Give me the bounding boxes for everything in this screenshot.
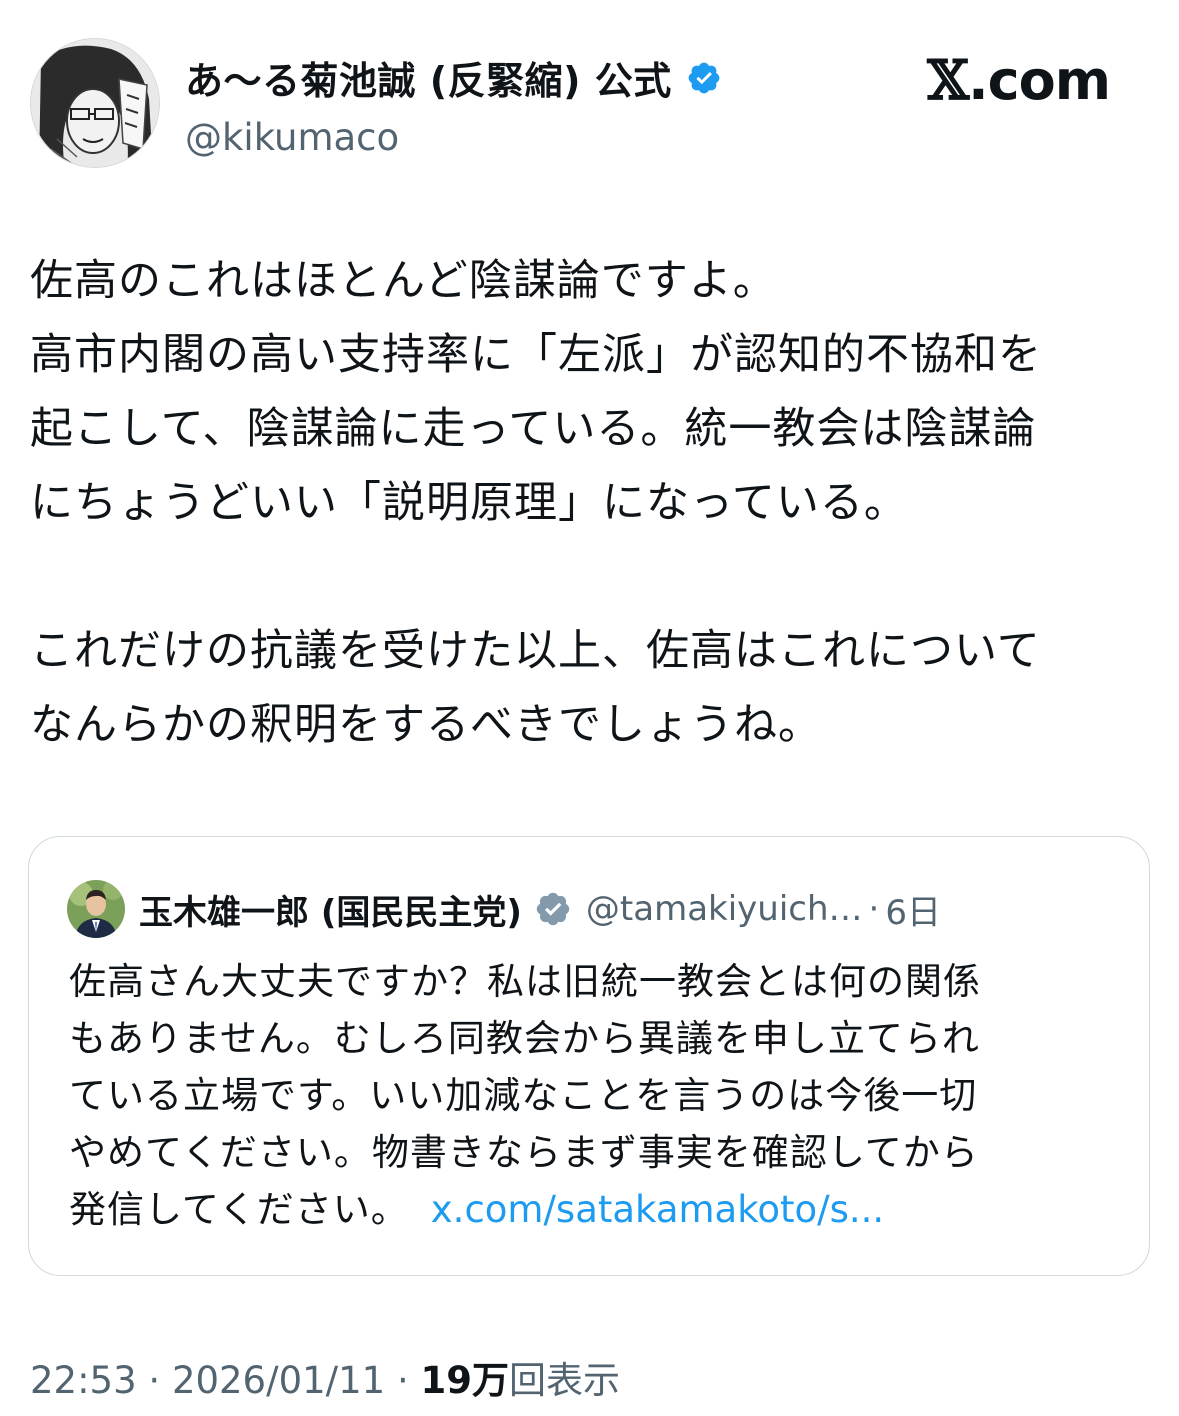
manga-portrait-avatar-icon <box>31 39 159 167</box>
tweet-line: 佐高のこれはほとんど陰謀論ですよ。 <box>30 256 777 306</box>
brand-suffix: .com <box>968 49 1111 112</box>
meta-separator: · <box>396 1359 409 1402</box>
tweet-line: にちょうどいい「説明原理」になっている。 <box>30 478 908 528</box>
x-logo-icon: 𝕏 <box>927 48 969 112</box>
author-display-name[interactable]: あ〜る菊池誠 (反緊縮) 公式 <box>185 50 672 105</box>
views-label: 回表示 <box>509 1359 620 1402</box>
quoted-line: 発信してください。 <box>69 1188 409 1231</box>
author-handle[interactable]: @kikumaco <box>185 116 399 159</box>
tweet-line: なんらかの釈明をするべきでしょうね。 <box>30 700 822 750</box>
politician-portrait-avatar-icon <box>67 880 125 938</box>
quoted-line-last: 発信してください。 x.com/satakamakoto/s... <box>69 1181 1129 1238</box>
tweet-line: 高市内閣の高い支持率に「左派」が認知的不協和を <box>30 330 1042 380</box>
tweet-text: 佐高のこれはほとんど陰謀論ですよ。 高市内閣の高い支持率に「左派」が認知的不協和… <box>30 244 1150 762</box>
views-count[interactable]: 19万 <box>421 1359 510 1402</box>
quoted-line: 佐高さん大丈夫ですか？私は旧統一教会とは何の関係 <box>69 960 981 1003</box>
tweet-time[interactable]: 22:53 <box>30 1359 137 1402</box>
quoted-header-separator: · <box>868 889 880 929</box>
x-com-watermark: 𝕏.com <box>927 48 1111 112</box>
verified-badge-icon <box>688 62 720 93</box>
quoted-timestamp[interactable]: 6日 <box>885 885 941 934</box>
government-verified-badge-icon <box>536 892 570 926</box>
tweet-line: これだけの抗議を受けた以上、佐高はこれについて <box>30 626 1041 676</box>
quoted-tweet-link[interactable]: x.com/satakamakoto/s... <box>431 1188 884 1231</box>
quoted-tweet-header: 玉木雄一郎 (国民民主党) @tamakiyuich… · 6日 <box>67 879 1119 939</box>
author-name-row: あ〜る菊池誠 (反緊縮) 公式 <box>185 50 722 105</box>
quoted-author-handle[interactable]: @tamakiyuich… <box>586 889 863 929</box>
tweet-header: あ〜る菊池誠 (反緊縮) 公式 @kikumaco 𝕏.com <box>30 38 1150 178</box>
tweet-date[interactable]: 2026/01/11 <box>172 1359 385 1402</box>
quoted-author-display-name[interactable]: 玉木雄一郎 (国民民主党) <box>139 885 522 934</box>
quoted-tweet-text: 佐高さん大丈夫ですか？私は旧統一教会とは何の関係 もありません。むしろ同教会から… <box>69 953 1129 1238</box>
meta-separator: · <box>148 1359 161 1402</box>
quoted-author-avatar[interactable] <box>67 880 125 938</box>
quoted-line: やめてください。物書きならまず事実を確認してから <box>69 1131 979 1174</box>
quoted-tweet-card[interactable]: 玉木雄一郎 (国民民主党) @tamakiyuich… · 6日 佐高さん大丈夫… <box>28 836 1150 1276</box>
author-avatar[interactable] <box>30 38 160 168</box>
tweet-line: 起こして、陰謀論に走っている。統一教会は陰謀論 <box>30 404 1037 454</box>
quoted-line: もありません。むしろ同教会から異議を申し立てられ <box>69 1017 980 1060</box>
tweet-metadata: 22:53 · 2026/01/11 · 19万回表示 <box>30 1350 620 1404</box>
quoted-line: ている立場です。いい加減なことを言うのは今後一切 <box>69 1074 978 1117</box>
